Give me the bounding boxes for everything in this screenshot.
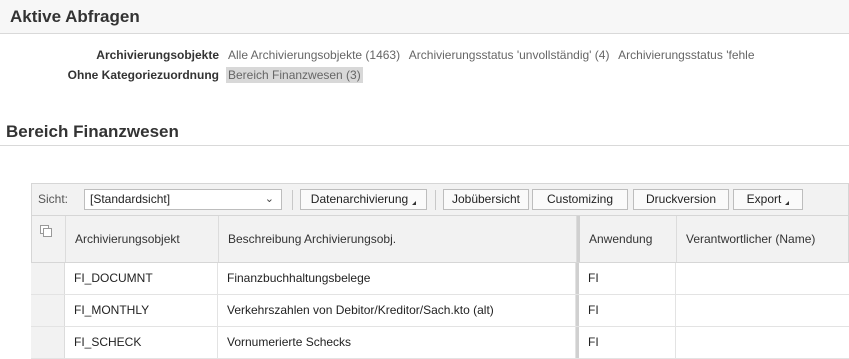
cell-object: FI_DOCUMNT: [65, 263, 218, 294]
cell-description: Finanzbuchhaltungsbelege: [218, 263, 576, 294]
column-header-object[interactable]: Archivierungsobjekt: [66, 216, 219, 262]
export-button[interactable]: Export: [733, 189, 803, 210]
table-row[interactable]: FI_MONTHLY Verkehrszahlen von Debitor/Kr…: [31, 295, 849, 327]
cell-object: FI_MONTHLY: [65, 295, 218, 326]
dropdown-caret-icon: [785, 201, 790, 205]
cell-application: FI: [576, 263, 676, 294]
view-select[interactable]: [Standardsicht] ⌄: [84, 189, 282, 210]
query-row-no-category: Ohne Kategoriezuordnung Bereich Finanzwe…: [0, 65, 849, 85]
cell-description: Verkehrszahlen von Debitor/Kreditor/Sach…: [218, 295, 576, 326]
query-link-status-incomplete[interactable]: Archivierungsstatus 'unvollständig' (4): [409, 48, 610, 62]
view-select-value: [Standardsicht]: [90, 192, 171, 206]
view-label: Sicht:: [38, 192, 69, 206]
select-all-icon: [40, 225, 52, 237]
query-link-finance-area[interactable]: Bereich Finanzwesen (3): [226, 67, 363, 83]
export-label: Export: [746, 192, 782, 206]
cell-object: FI_SCHECK: [65, 327, 218, 358]
cell-application: FI: [576, 295, 676, 326]
query-label-archiving-objects: Archivierungsobjekte: [96, 48, 219, 62]
customizing-button[interactable]: Customizing: [532, 189, 628, 210]
active-queries: Archivierungsobjekte Alle Archivierungso…: [0, 45, 849, 85]
data-archiving-button[interactable]: Datenarchivierung: [300, 189, 427, 210]
column-header-description[interactable]: Beschreibung Archivierungsobj.: [219, 216, 577, 262]
cell-responsible: [676, 295, 849, 326]
table-header: Archivierungsobjekt Beschreibung Archivi…: [31, 215, 849, 263]
cell-responsible: [676, 263, 849, 294]
cell-application: FI: [576, 327, 676, 358]
data-archiving-label: Datenarchivierung: [310, 192, 409, 206]
select-all-cell[interactable]: [32, 216, 66, 262]
table-body: FI_DOCUMNT Finanzbuchhaltungsbelege FI F…: [31, 263, 849, 359]
row-selector[interactable]: [31, 327, 65, 358]
table-toolbar: Sicht: [Standardsicht] ⌄ Datenarchivieru…: [31, 183, 849, 215]
query-row-archiving-objects: Archivierungsobjekte Alle Archivierungso…: [0, 45, 849, 65]
query-label-no-category: Ohne Kategoriezuordnung: [67, 68, 219, 82]
row-selector[interactable]: [31, 263, 65, 294]
query-links-no-category: Bereich Finanzwesen (3): [226, 65, 369, 85]
toolbar-separator: [435, 190, 436, 210]
page-title: Aktive Abfragen: [0, 0, 849, 34]
row-selector[interactable]: [31, 295, 65, 326]
section-title: Bereich Finanzwesen: [0, 118, 849, 146]
job-overview-button[interactable]: Jobübersicht: [443, 189, 529, 210]
column-header-responsible[interactable]: Verantwortlicher (Name): [677, 216, 849, 262]
query-links-archiving-objects: Alle Archivierungsobjekte (1463) Archivi…: [228, 45, 761, 65]
toolbar-separator: [292, 190, 293, 210]
query-link-all-objects[interactable]: Alle Archivierungsobjekte (1463): [228, 48, 400, 62]
table-row[interactable]: FI_DOCUMNT Finanzbuchhaltungsbelege FI: [31, 263, 849, 295]
dropdown-caret-icon: [412, 201, 417, 205]
table-row[interactable]: FI_SCHECK Vornumerierte Schecks FI: [31, 327, 849, 359]
query-link-status-error[interactable]: Archivierungsstatus 'fehle: [618, 48, 754, 62]
cell-description: Vornumerierte Schecks: [218, 327, 576, 358]
cell-responsible: [676, 327, 849, 358]
column-header-application[interactable]: Anwendung: [577, 216, 677, 262]
chevron-down-icon: ⌄: [264, 193, 274, 205]
print-version-button[interactable]: Druckversion: [633, 189, 729, 210]
